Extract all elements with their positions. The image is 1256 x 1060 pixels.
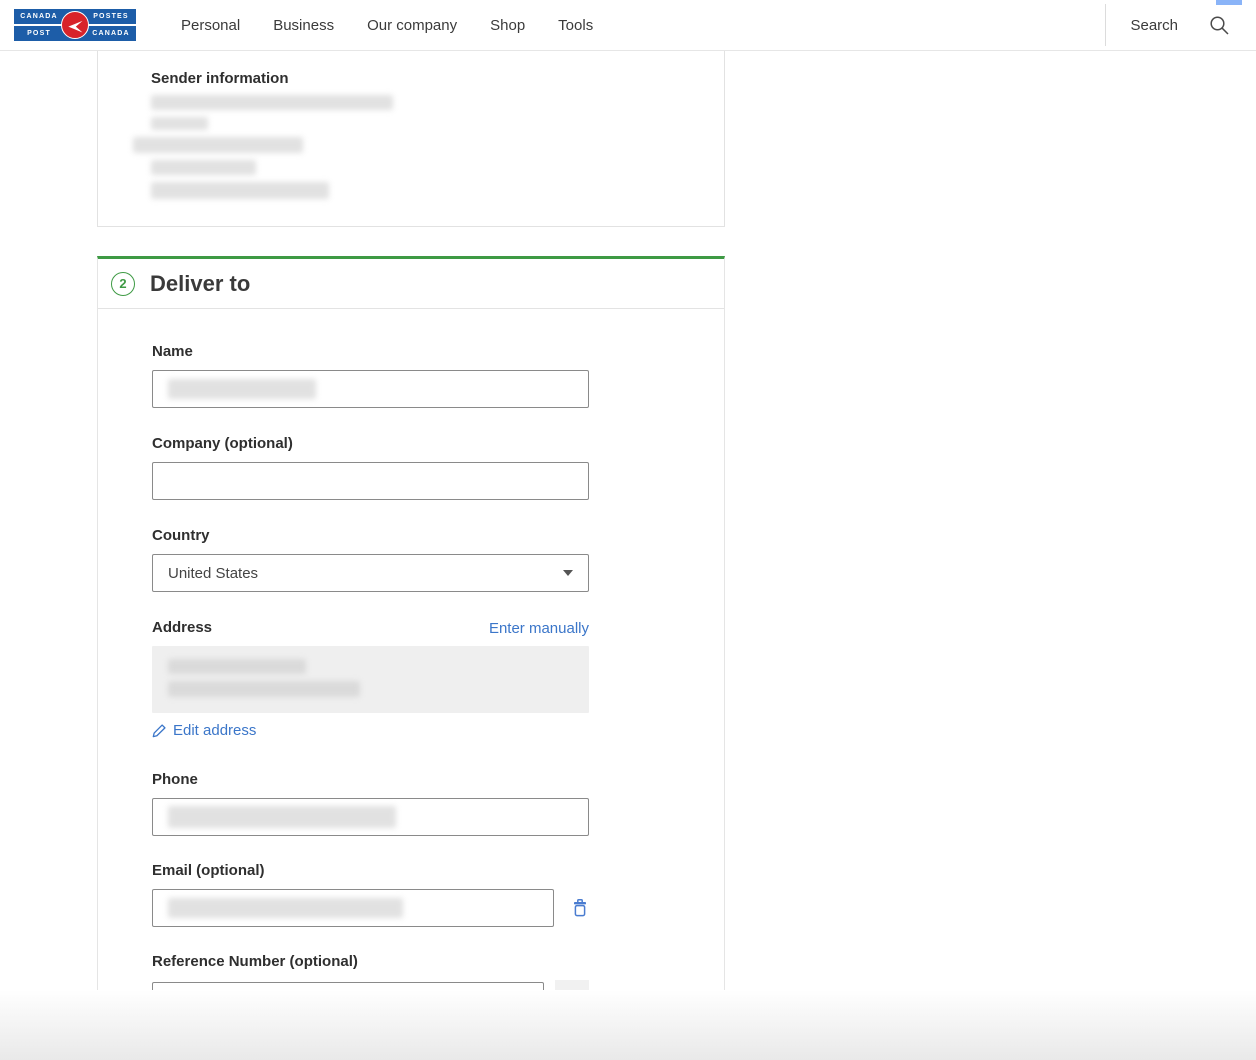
page-bottom-fade (0, 990, 1256, 1060)
redacted-line (151, 160, 256, 175)
country-label: Country (152, 527, 589, 545)
nav-business[interactable]: Business (273, 17, 334, 34)
redacted-value (168, 379, 316, 399)
top-right-accent (1216, 0, 1242, 5)
main-content: Sender information 2 Deliver to Name (0, 51, 1256, 1053)
redacted-line (168, 681, 360, 697)
name-label: Name (152, 343, 589, 361)
deliver-to-card: 2 Deliver to Name Company (optional) (97, 256, 725, 1053)
redacted-line (168, 659, 306, 674)
redacted-line (133, 137, 303, 153)
logo-text-postes: POSTES (86, 13, 136, 20)
search-icon[interactable] (1209, 15, 1230, 36)
nav-shop[interactable]: Shop (490, 17, 525, 34)
reference-number-label: Reference Number (optional) (152, 953, 589, 971)
phone-field: Phone (152, 771, 589, 836)
company-label: Company (optional) (152, 435, 589, 453)
enter-manually-link[interactable]: Enter manually (489, 620, 589, 637)
page: CANADA POSTES POST CANADA Personal Busin… (0, 0, 1256, 1060)
country-select[interactable]: United States (152, 554, 589, 592)
delete-email-button[interactable] (571, 898, 589, 918)
sender-information-card: Sender information (97, 51, 725, 227)
email-label: Email (optional) (152, 862, 589, 880)
address-label: Address (152, 619, 212, 637)
header-divider (1105, 4, 1106, 46)
search-label[interactable]: Search (1130, 17, 1178, 34)
nav-tools[interactable]: Tools (558, 17, 593, 34)
redacted-line (151, 95, 393, 110)
email-input[interactable] (152, 889, 554, 927)
redacted-value (168, 898, 403, 918)
email-field: Email (optional) (152, 862, 589, 927)
address-display-box (152, 646, 589, 713)
chevron-down-icon (563, 570, 573, 576)
edit-address-label: Edit address (173, 722, 256, 739)
canada-post-logo[interactable]: CANADA POSTES POST CANADA (14, 9, 136, 41)
edit-address-link[interactable]: Edit address (152, 722, 256, 739)
trash-icon (571, 898, 589, 918)
name-field: Name (152, 343, 589, 408)
redacted-value (168, 806, 396, 828)
redacted-line (151, 117, 208, 130)
main-nav: Personal Business Our company Shop Tools (181, 17, 593, 34)
company-field: Company (optional) (152, 435, 589, 500)
email-input-row (152, 889, 589, 927)
phone-label: Phone (152, 771, 589, 789)
step-2-badge: 2 (111, 272, 135, 296)
pencil-icon (152, 723, 167, 738)
top-navigation-bar: CANADA POSTES POST CANADA Personal Busin… (0, 0, 1256, 51)
canada-post-wing-icon (61, 11, 89, 39)
redacted-line (151, 182, 329, 199)
country-selected-value: United States (168, 565, 258, 582)
logo-text-post: POST (14, 30, 64, 37)
logo-text-canada: CANADA (14, 13, 64, 20)
deliver-to-header: 2 Deliver to (98, 259, 724, 309)
name-input[interactable] (152, 370, 589, 408)
phone-input[interactable] (152, 798, 589, 836)
nav-personal[interactable]: Personal (181, 17, 240, 34)
sender-redacted-address (151, 95, 724, 199)
address-label-row: Address Enter manually (152, 619, 589, 637)
nav-our-company[interactable]: Our company (367, 17, 457, 34)
deliver-to-title: Deliver to (150, 271, 250, 297)
address-field: Address Enter manually Edit address (152, 619, 589, 743)
logo-text-canada2: CANADA (86, 30, 136, 37)
deliver-to-form: Name Company (optional) Country United S… (98, 309, 724, 1052)
company-input[interactable] (152, 462, 589, 500)
country-field: Country United States (152, 527, 589, 592)
sender-information-title: Sender information (151, 70, 724, 87)
